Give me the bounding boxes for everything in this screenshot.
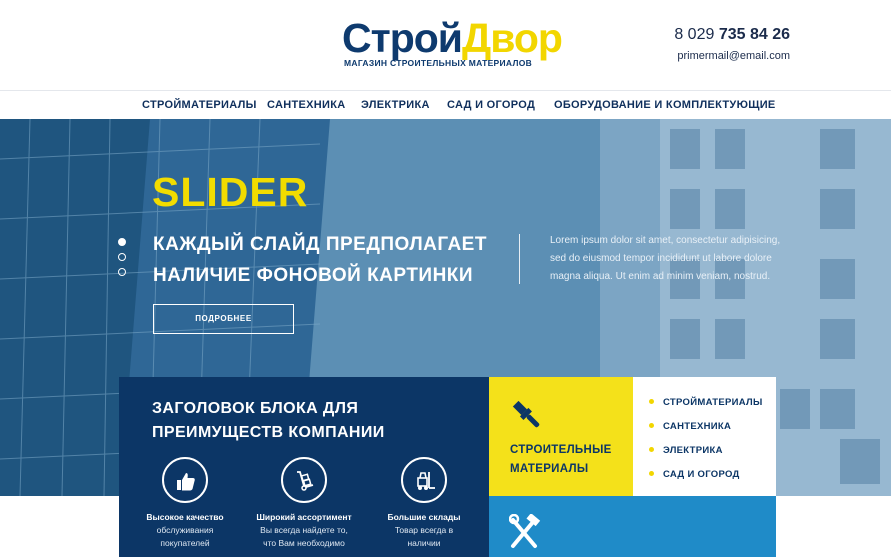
email-link[interactable]: primermail@email.com bbox=[640, 50, 790, 62]
slide-headline-line1: КАЖДЫЙ СЛАЙД ПРЕДПОЛАГАЕТ bbox=[153, 234, 487, 255]
forklift-icon bbox=[401, 457, 447, 503]
category-list: СТРОЙМАТЕРИАЛЫ САНТЕХНИКА ЭЛЕКТРИКА САД … bbox=[633, 377, 776, 496]
nav-item-stroymaterialy[interactable]: СТРОЙМАТЕРИАЛЫ bbox=[142, 99, 257, 111]
logo[interactable]: СтройДвор МАГАЗИН СТРОИТЕЛЬНЫХ МАТЕРИАЛО… bbox=[342, 14, 563, 74]
nav-item-sad-i-ogorod[interactable]: САД И ОГОРОД bbox=[447, 99, 535, 111]
hand-truck-icon bbox=[281, 457, 327, 503]
advantage-item-quality: Высокое качество обслуживания покупателей bbox=[125, 457, 245, 549]
tools-icon bbox=[509, 514, 541, 548]
main-nav: СТРОЙМАТЕРИАЛЫ САНТЕХНИКА ЭЛЕКТРИКА САД … bbox=[0, 90, 891, 119]
slider-dot-2[interactable] bbox=[118, 253, 126, 261]
advantage-desc: Вы всегда найдете то, что Вам необходимо bbox=[260, 525, 348, 548]
slide-headline: КАЖДЫЙ СЛАЙД ПРЕДПОЛАГАЕТ НАЛИЧИЕ ФОНОВО… bbox=[153, 229, 513, 291]
slider-dot-1[interactable] bbox=[118, 238, 126, 246]
nav-item-santehnika[interactable]: САНТЕХНИКА bbox=[267, 99, 345, 111]
advantage-name: Высокое качество bbox=[146, 512, 224, 522]
bullet-icon bbox=[649, 423, 654, 428]
slider-dots bbox=[118, 238, 128, 283]
category-card-building-materials[interactable]: СТРОИТЕЛЬНЫЕ МАТЕРИАЛЫ bbox=[489, 377, 633, 496]
slider-title: SLIDER bbox=[152, 169, 309, 215]
category-link-sad-i-ogorod[interactable]: САД И ОГОРОД bbox=[649, 469, 740, 480]
hero-divider bbox=[519, 234, 520, 284]
advantages-block: ЗАГОЛОВОК БЛОКА ДЛЯ ПРЕИМУЩЕСТВ КОМПАНИИ… bbox=[119, 377, 489, 557]
bullet-icon bbox=[649, 399, 654, 404]
category-link-stroymaterialy[interactable]: СТРОЙМАТЕРИАЛЫ bbox=[649, 397, 763, 408]
advantage-desc: обслуживания покупателей bbox=[156, 525, 214, 548]
site-header: СтройДвор МАГАЗИН СТРОИТЕЛЬНЫХ МАТЕРИАЛО… bbox=[0, 0, 891, 90]
bullet-icon bbox=[649, 471, 654, 476]
nav-item-oborudovanie[interactable]: ОБОРУДОВАНИЕ И КОМПЛЕКТУЮЩИЕ bbox=[554, 99, 776, 111]
slide-description: Lorem ipsum dolor sit amet, consectetur … bbox=[550, 235, 781, 282]
thumbs-up-icon bbox=[162, 457, 208, 503]
advantage-name: Широкий ассортимент bbox=[256, 512, 352, 522]
contacts: 8 029 735 84 26 primermail@email.com bbox=[640, 26, 790, 62]
category-link-elektrika[interactable]: ЭЛЕКТРИКА bbox=[649, 445, 723, 456]
phone[interactable]: 8 029 735 84 26 bbox=[640, 26, 790, 44]
logo-subtitle: МАГАЗИН СТРОИТЕЛЬНЫХ МАТЕРИАЛОВ bbox=[344, 58, 533, 68]
advantage-item-assortment: Широкий ассортимент Вы всегда найдете то… bbox=[244, 457, 364, 549]
slider-dot-3[interactable] bbox=[118, 268, 126, 276]
advantage-item-warehouses: Большие склады Товар всегда в наличии bbox=[364, 457, 484, 549]
category-card-label: СТРОИТЕЛЬНЫЕ МАТЕРИАЛЫ bbox=[510, 444, 612, 475]
advantages-title: ЗАГОЛОВОК БЛОКА ДЛЯ ПРЕИМУЩЕСТВ КОМПАНИИ bbox=[152, 400, 385, 441]
logo-wordmark: СтройДвор bbox=[342, 15, 563, 61]
advantage-desc: Товар всегда в наличии bbox=[394, 525, 454, 548]
paint-brush-icon bbox=[512, 400, 540, 428]
category-link-santehnika[interactable]: САНТЕХНИКА bbox=[649, 421, 731, 432]
bullet-icon bbox=[649, 447, 654, 452]
slide-headline-line2: НАЛИЧИЕ ФОНОВОЙ КАРТИНКИ bbox=[153, 265, 474, 286]
nav-item-elektrika[interactable]: ЭЛЕКТРИКА bbox=[361, 99, 430, 111]
category-card-tools[interactable] bbox=[489, 496, 776, 557]
advantage-name: Большие склады bbox=[387, 512, 461, 522]
more-button[interactable]: ПОДРОБНЕЕ bbox=[153, 304, 294, 334]
